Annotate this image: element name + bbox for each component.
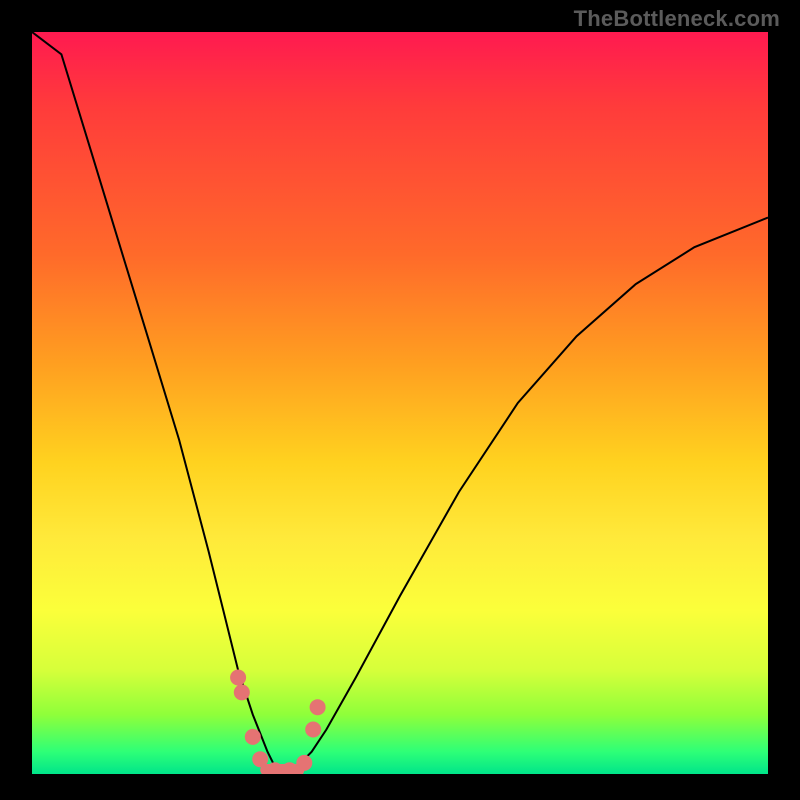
valley-marker-dot <box>296 755 312 771</box>
valley-marker-dot <box>245 729 261 745</box>
valley-marker-dot <box>230 670 246 686</box>
valley-marker-dot <box>234 684 250 700</box>
valley-marker-dot <box>310 699 326 715</box>
valley-markers <box>230 670 326 775</box>
curve-layer <box>32 32 768 774</box>
valley-marker-dot <box>252 751 268 767</box>
watermark-text: TheBottleneck.com <box>574 6 780 32</box>
chart-frame: TheBottleneck.com <box>0 0 800 800</box>
plot-area <box>32 32 768 774</box>
valley-marker-dot <box>305 722 321 738</box>
bottleneck-curve <box>32 32 768 774</box>
